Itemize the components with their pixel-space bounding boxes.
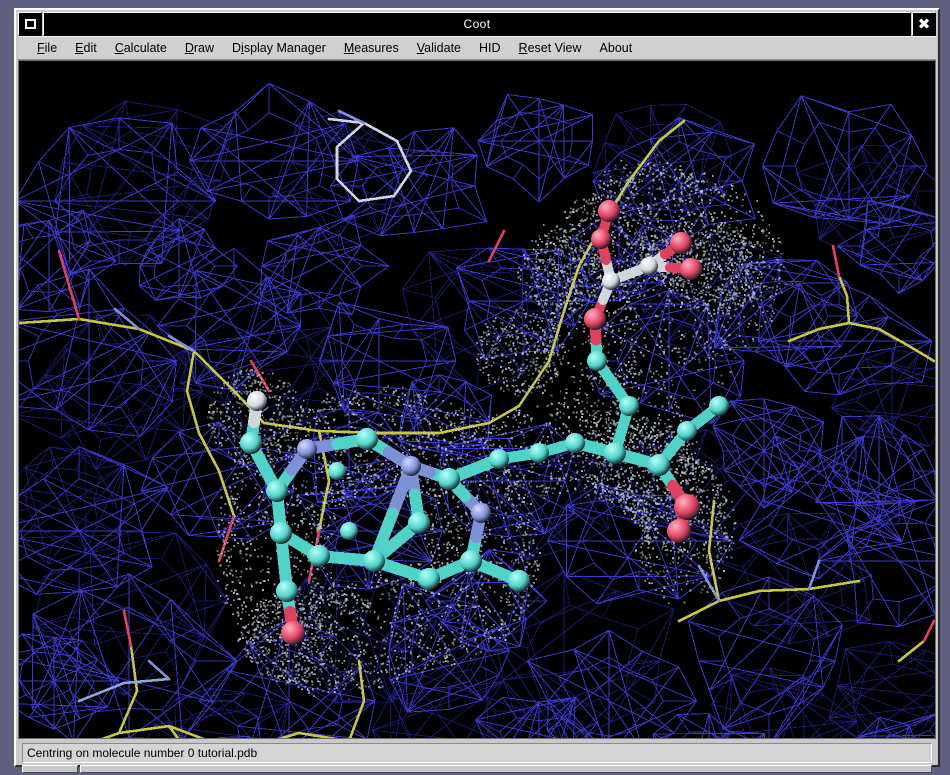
menu-item-reset-view[interactable]: Reset View xyxy=(510,39,591,57)
menu-item-display-manager[interactable]: Display Manager xyxy=(223,39,335,57)
axes-indicator: X Y Z xyxy=(69,80,140,188)
resize-grip-main[interactable] xyxy=(80,765,932,773)
title-bar: Coot ✖ xyxy=(18,12,936,36)
gl-viewport[interactable]: X Y Z xyxy=(19,61,935,738)
status-bar: Centring on molecule number 0 tutorial.p… xyxy=(22,743,932,763)
menu-item-about[interactable]: About xyxy=(591,39,642,57)
menu-item-file[interactable]: File xyxy=(28,39,66,57)
axis-label-y: Y xyxy=(69,80,77,92)
menu-item-validate[interactable]: Validate xyxy=(408,39,470,57)
density-mesh xyxy=(19,83,935,738)
menu-item-calculate[interactable]: Calculate xyxy=(106,39,176,57)
molecular-graphics-canvas[interactable]: X Y Z xyxy=(19,61,935,738)
window-menu-glyph xyxy=(25,19,36,29)
close-glyph: ✖ xyxy=(918,17,931,32)
menu-item-hid[interactable]: HID xyxy=(470,39,510,57)
axis-label-z: Z xyxy=(114,176,121,188)
menu-item-measures[interactable]: Measures xyxy=(335,39,408,57)
status-message: Centring on molecule number 0 tutorial.p… xyxy=(23,746,257,760)
resize-grip-row xyxy=(22,765,932,773)
menu-bar: FileEditCalculateDrawDisplay ManagerMeas… xyxy=(18,36,936,60)
menu-item-edit[interactable]: Edit xyxy=(66,39,106,57)
density-mesh-far xyxy=(19,101,935,738)
menu-item-draw[interactable]: Draw xyxy=(176,39,223,57)
coot-main-window: Coot ✖ FileEditCalculateDrawDisplay Mana… xyxy=(14,8,940,767)
window-menu-icon[interactable] xyxy=(18,12,42,36)
window-title: Coot xyxy=(43,12,911,36)
axis-label-x: X xyxy=(132,90,140,102)
close-icon[interactable]: ✖ xyxy=(912,12,936,36)
desktop-background: Coot ✖ FileEditCalculateDrawDisplay Mana… xyxy=(0,0,950,775)
resize-grip-left[interactable] xyxy=(22,765,78,773)
gl-viewport-frame: X Y Z xyxy=(18,60,936,739)
